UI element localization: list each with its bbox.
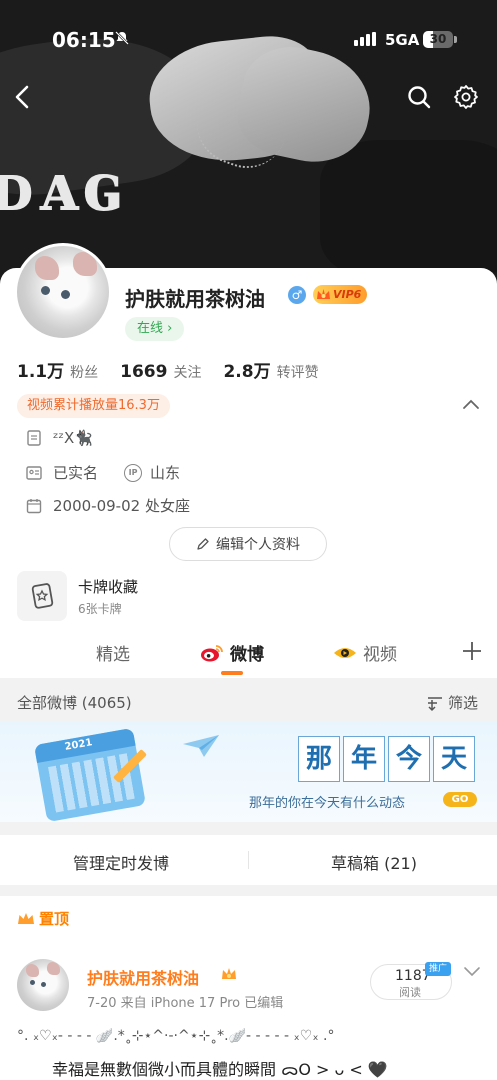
bio-row: ᶻᶻX🐈‍⬛ [25,429,93,447]
mute-bell-icon [115,31,129,45]
post-text-line: 幸福是無數個微小而具體的瞬間 ᯅO > ᴗ < 🖤 [52,1060,388,1079]
avatar-cat-eye [41,286,50,295]
profile-tabs: 精选 微博 视频 [0,630,497,678]
weibo-logo-icon [201,644,223,661]
battery-level: 30 [429,32,447,46]
pinned-text: 置顶 [39,910,70,928]
edit-profile-button[interactable]: 编辑个人资料 [169,527,327,561]
post-meta: 7-20 来自 iPhone 17 Pro 已编辑 [87,996,284,1011]
settings-gear-icon[interactable] [453,84,479,110]
tab-weibo[interactable]: 微博 [200,640,264,665]
pinned-label: 置顶 [17,908,69,929]
birthday-row: 2000-09-02 处女座 [25,495,190,516]
tab-featured[interactable]: 精选 [96,640,130,665]
all-weibo-count[interactable]: 全部微博 (4065) [17,692,132,713]
tab-video-label: 视频 [363,645,397,665]
active-tab-indicator [221,671,243,675]
stat-label: 粉丝 [70,365,99,381]
avatar-cat-ear [35,256,59,280]
avatar-cat-eye [30,980,35,985]
cover-shape [320,140,497,280]
avatar-cat-eye [61,290,70,299]
card-collection-count: 6张卡牌 [78,602,122,616]
scheduled-posts-button[interactable]: 管理定时发博 [73,850,169,874]
banner-go-button[interactable]: GO [443,792,477,807]
drafts-button[interactable]: 草稿箱 (21) [331,850,417,874]
avatar-cat-ear [47,962,60,975]
vip-crown-icon [222,968,236,979]
status-bar: 06:15 5GA 30 [0,0,497,80]
filter-button[interactable]: 筛选 [426,692,478,713]
avatar-cat-ear [26,964,39,977]
promote-badge[interactable]: 推广 [425,962,451,976]
read-label: 阅读 [399,986,421,999]
stat-followers[interactable]: 1.1万 粉丝 [17,357,98,382]
tab-weibo-label: 微博 [230,645,264,665]
stat-label: 关注 [173,365,202,381]
stat-likes[interactable]: 2.8万 转评赞 [223,357,318,382]
chevron-up-icon[interactable] [462,397,480,411]
network-type: 5GA [385,31,420,49]
banner-char: 年 [343,736,385,782]
calendar-icon [26,498,42,513]
stat-value: 1.1万 [17,362,65,382]
verified-text: 已实名 [53,464,99,482]
avatar-cat-ear [73,252,97,276]
post-author-avatar[interactable] [17,959,69,1011]
avatar[interactable] [14,243,112,341]
video-eye-icon [334,647,356,658]
profile-stats: 1.1万 粉丝 1669 关注 2.8万 转评赞 [17,357,319,382]
edit-profile-label: 编辑个人资料 [216,537,300,553]
search-icon[interactable] [406,84,432,110]
male-gender-icon: ♂ [288,286,306,304]
post-author-name[interactable]: 护肤就用茶树油 [87,965,199,989]
battery-icon: 30 [423,31,457,48]
card-star-icon [31,583,54,609]
bio-text: ᶻᶻX🐈‍⬛ [53,429,93,447]
birthday-text: 2000-09-02 处女座 [53,497,190,515]
filter-label: 筛选 [448,694,479,712]
signal-icon [354,32,376,46]
stat-value: 2.8万 [223,362,271,382]
banner-char: 天 [433,736,475,782]
pin-crown-icon [18,912,34,924]
add-tab-plus-icon[interactable] [461,640,483,662]
pencil-icon [197,538,209,550]
back-icon[interactable] [10,84,36,110]
document-icon [27,430,41,446]
stat-following[interactable]: 1669 关注 [120,362,201,382]
vip-badge[interactable]: VIP6 [313,285,368,304]
chevron-down-icon[interactable] [463,965,481,979]
avatar-cat-eye [41,982,46,987]
banner-subtitle: 那年的你在今天有什么动态 [249,796,406,811]
card-collection-icon-box[interactable] [17,571,67,621]
stat-label: 转评赞 [276,365,319,381]
divider [248,851,249,869]
banner-char: 今 [388,736,430,782]
tab-video[interactable]: 视频 [333,640,397,665]
filter-icon [428,696,442,711]
status-time: 06:15 [52,28,116,52]
profile-username: 护肤就用茶树油 [125,287,265,311]
stat-value: 1669 [120,362,168,382]
paper-plane-icon [183,735,219,757]
vip-label: VIP6 [333,288,362,301]
location-text: 山东 [150,464,181,482]
online-status[interactable]: 在线 › [125,317,185,341]
video-views-badge[interactable]: 视频累计播放量16.3万 [17,394,170,418]
filter-bar: 全部微博 (4065) 筛选 [0,680,497,722]
banner-char: 那 [298,736,340,782]
cover-text: ᴅᴀɢ [0,148,128,227]
ip-icon: IP [124,463,143,482]
vip-crown-icon [317,289,330,299]
calendar-illustration: 2021 [33,727,147,822]
id-card-icon [26,465,42,480]
memory-banner[interactable]: 2021 那 年 今 天 那年的你在今天有什么动态 GO [0,722,497,822]
card-collection-title[interactable]: 卡牌收藏 [78,576,138,597]
manage-row: 管理定时发博 草稿箱 (21) [0,835,497,885]
verify-location-row: 已实名 IP 山东 [25,462,180,483]
post-text-line: °. ₓ♡ₓ- - - - 🪽.*˳⊹⋆^·-·^⋆⊹˳*.🪽- - - - -… [17,1028,335,1044]
